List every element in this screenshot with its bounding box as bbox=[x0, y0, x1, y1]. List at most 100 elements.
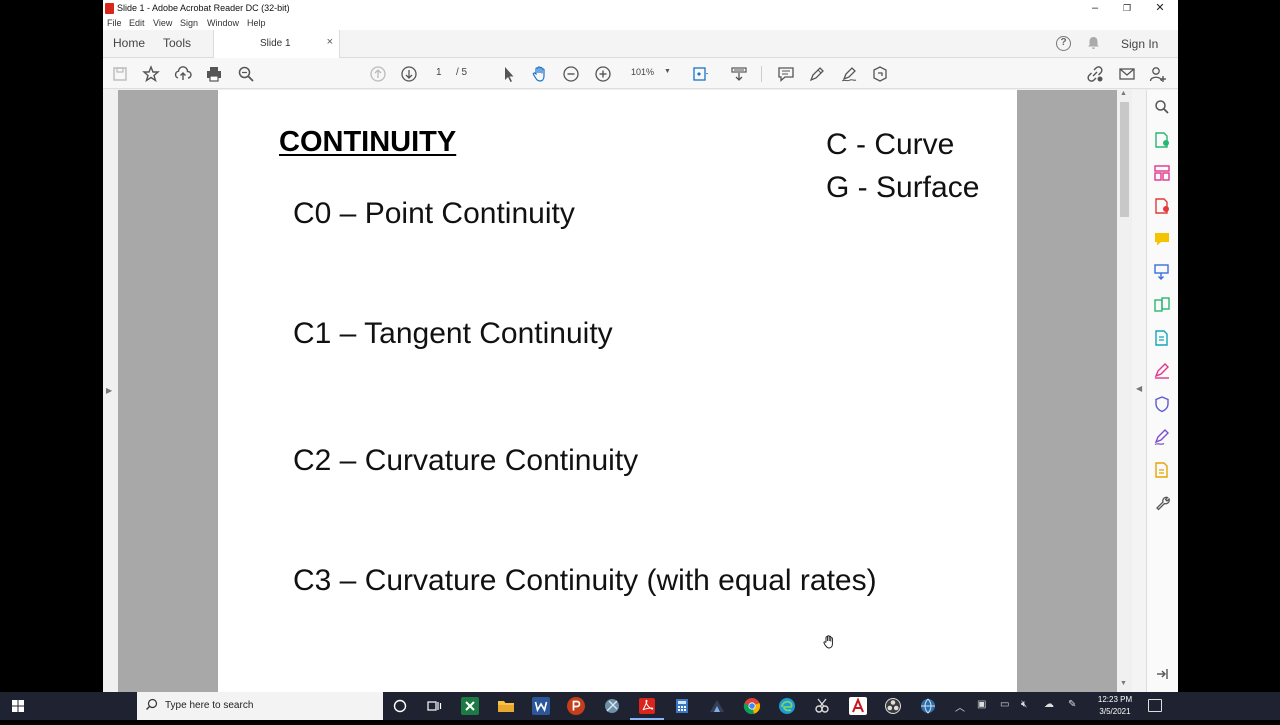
chrome-icon[interactable] bbox=[743, 697, 761, 715]
request-signature-icon[interactable] bbox=[1153, 428, 1171, 446]
stamp-tool-icon[interactable] bbox=[870, 64, 890, 84]
title-bar: Slide 1 - Adobe Acrobat Reader DC (32-bi… bbox=[103, 0, 1178, 17]
menu-view[interactable]: View bbox=[153, 18, 172, 28]
page-display-icon[interactable] bbox=[690, 64, 710, 84]
select-cursor-icon[interactable] bbox=[499, 64, 519, 84]
bookmark-star-icon[interactable] bbox=[141, 64, 161, 84]
show-hidden-icons-icon[interactable]: ︿ bbox=[955, 699, 965, 714]
scrollbar-thumb[interactable] bbox=[1120, 102, 1129, 217]
edge-icon[interactable] bbox=[778, 697, 796, 715]
scroll-down-icon[interactable]: ▼ bbox=[1120, 680, 1127, 687]
usb-device-icon[interactable]: ▣ bbox=[977, 699, 986, 710]
acrobat-window: Slide 1 - Adobe Acrobat Reader DC (32-bi… bbox=[103, 0, 1178, 692]
system-clock[interactable]: 12:23 PM 3/5/2021 bbox=[1090, 694, 1140, 718]
export-pdf-icon[interactable] bbox=[1153, 131, 1171, 149]
close-window-button[interactable]: ✕ bbox=[1143, 0, 1177, 17]
windows-taskbar: Type here to search ︿ ▣ ▭ 🔇︎ ☁ ✎ 12:23 P… bbox=[0, 692, 1280, 720]
file-explorer-icon[interactable] bbox=[497, 697, 515, 715]
network-app-icon[interactable] bbox=[919, 697, 937, 715]
acrobat-taskbar-icon[interactable] bbox=[630, 697, 664, 720]
save-icon[interactable] bbox=[110, 64, 130, 84]
tab-row: Home Tools Slide 1 × ? Sign In bbox=[103, 30, 1178, 58]
main-toolbar: 1 / 5 101% ▼ bbox=[103, 58, 1178, 89]
share-link-icon[interactable] bbox=[1085, 64, 1105, 84]
engineering-app-icon[interactable] bbox=[708, 697, 726, 715]
draw-sign-icon[interactable] bbox=[839, 64, 859, 84]
clock-time: 12:23 PM bbox=[1097, 695, 1133, 704]
pdf-page: CONTINUITY C - Curve G - Surface C0 – Po… bbox=[218, 90, 1017, 692]
minimize-button[interactable]: – bbox=[1078, 0, 1112, 17]
tab-document[interactable]: Slide 1 × bbox=[213, 30, 340, 58]
zoom-in-icon[interactable] bbox=[593, 64, 613, 84]
page-count: / 5 bbox=[456, 67, 468, 78]
action-center-icon[interactable] bbox=[1148, 699, 1162, 712]
vertical-scrollbar[interactable]: ▲ ▼ bbox=[1117, 90, 1132, 692]
notification-bell-icon[interactable] bbox=[1087, 36, 1100, 53]
protect-shield-icon[interactable] bbox=[1153, 395, 1171, 413]
calculator-icon[interactable] bbox=[673, 697, 691, 715]
volume-muted-icon[interactable]: 🔇︎ bbox=[1021, 699, 1027, 710]
scan-ocr-icon[interactable] bbox=[1153, 263, 1171, 281]
snipping-tool-icon[interactable] bbox=[813, 697, 831, 715]
onedrive-cloud-icon[interactable]: ☁ bbox=[1044, 699, 1054, 710]
email-icon[interactable] bbox=[1117, 64, 1137, 84]
fill-sign-icon[interactable] bbox=[1153, 362, 1171, 380]
cortana-icon[interactable] bbox=[391, 697, 409, 715]
autocad-icon[interactable] bbox=[849, 697, 867, 715]
sign-in-button[interactable]: Sign In bbox=[1121, 37, 1158, 51]
comment-icon[interactable] bbox=[776, 64, 796, 84]
comment-tool-icon[interactable] bbox=[1153, 230, 1171, 248]
restore-button[interactable]: ❐ bbox=[1110, 0, 1144, 17]
task-view-icon[interactable] bbox=[425, 697, 443, 715]
upload-cloud-icon[interactable] bbox=[173, 64, 193, 84]
scrolling-mode-icon[interactable] bbox=[729, 64, 749, 84]
create-pdf-icon[interactable] bbox=[1153, 197, 1171, 215]
collapse-tool-pane-icon[interactable] bbox=[1153, 665, 1171, 683]
send-for-review-icon[interactable] bbox=[1153, 461, 1171, 479]
word-icon[interactable] bbox=[532, 697, 550, 715]
close-tab-icon[interactable]: × bbox=[327, 36, 333, 48]
menu-window[interactable]: Window bbox=[207, 18, 239, 28]
pen-workspace-icon[interactable]: ✎ bbox=[1068, 699, 1076, 710]
scroll-up-icon[interactable]: ▲ bbox=[1120, 90, 1127, 97]
highlight-pen-icon[interactable] bbox=[807, 64, 827, 84]
menu-help[interactable]: Help bbox=[247, 18, 266, 28]
menu-file[interactable]: File bbox=[107, 18, 122, 28]
powerpoint-icon[interactable] bbox=[567, 697, 585, 715]
right-pane-collapse-strip: ◀ bbox=[1132, 90, 1147, 692]
tab-tools[interactable]: Tools bbox=[163, 36, 191, 50]
document-tab-label: Slide 1 bbox=[260, 38, 291, 49]
zoom-level-dropdown[interactable]: 101% bbox=[631, 67, 654, 77]
zoom-dropdown-arrow-icon[interactable]: ▼ bbox=[664, 68, 671, 75]
taskbar-search-box[interactable]: Type here to search bbox=[137, 692, 383, 720]
obs-studio-icon[interactable] bbox=[884, 697, 902, 715]
expand-left-panel-icon[interactable]: ▶ bbox=[106, 386, 112, 395]
page-number-input[interactable]: 1 bbox=[436, 67, 442, 78]
start-button[interactable] bbox=[0, 692, 36, 720]
document-viewport[interactable]: CONTINUITY C - Curve G - Surface C0 – Po… bbox=[118, 90, 1117, 692]
search-tools-icon[interactable] bbox=[1153, 98, 1171, 116]
more-tools-wrench-icon[interactable] bbox=[1153, 494, 1171, 512]
tab-home[interactable]: Home bbox=[113, 36, 145, 50]
menu-edit[interactable]: Edit bbox=[129, 18, 145, 28]
excel-icon[interactable] bbox=[461, 697, 479, 715]
combine-files-icon[interactable] bbox=[1153, 296, 1171, 314]
zoom-out-icon[interactable] bbox=[561, 64, 581, 84]
compress-pdf-icon[interactable] bbox=[1153, 329, 1171, 347]
zoom-search-icon[interactable] bbox=[236, 64, 256, 84]
help-icon[interactable]: ? bbox=[1056, 36, 1071, 51]
organize-pages-icon[interactable] bbox=[1153, 164, 1171, 182]
satellite-app-icon[interactable] bbox=[603, 697, 621, 715]
menu-bar: File Edit View Sign Window Help bbox=[103, 17, 1178, 30]
menu-sign[interactable]: Sign bbox=[180, 18, 198, 28]
right-tool-pane bbox=[1147, 90, 1178, 692]
print-icon[interactable] bbox=[204, 64, 224, 84]
next-page-icon[interactable] bbox=[399, 64, 419, 84]
add-user-icon[interactable] bbox=[1148, 64, 1168, 84]
continuity-line-c3: C3 – Curvature Continuity (with equal ra… bbox=[293, 564, 877, 597]
previous-page-icon[interactable] bbox=[368, 64, 388, 84]
collapse-right-pane-icon[interactable]: ◀ bbox=[1136, 384, 1142, 393]
continuity-line-c0: C0 – Point Continuity bbox=[293, 197, 575, 230]
battery-icon[interactable]: ▭ bbox=[1000, 699, 1009, 710]
hand-tool-icon[interactable] bbox=[530, 64, 550, 84]
